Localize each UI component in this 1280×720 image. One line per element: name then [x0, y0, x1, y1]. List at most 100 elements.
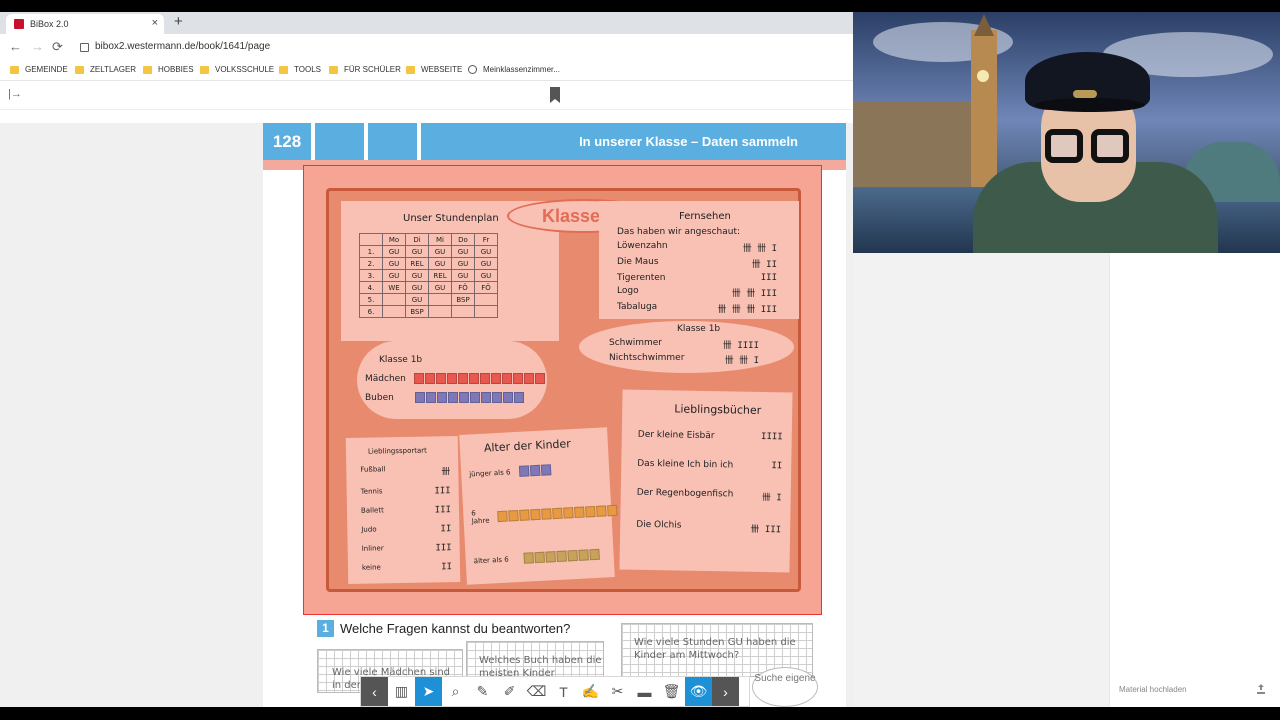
browser-window: BiBox 2.0 × + ← → ⟳ bibox2.westermann.de… — [0, 12, 853, 707]
timetable-row: 4. WE GU GU FÖ FÖ — [359, 281, 498, 294]
bar-block — [518, 465, 530, 477]
bookmark-item[interactable]: VOLKSSCHULE — [200, 65, 274, 74]
marker-tool-button[interactable]: ✐ — [496, 677, 523, 706]
buecher-title: Lieblingsbücher — [674, 402, 762, 417]
url-field[interactable]: bibox2.westermann.de/book/1641/page — [95, 41, 270, 52]
eraser-tool-button[interactable]: ⌫ — [523, 677, 550, 706]
tally-label: Löwenzahn — [617, 241, 668, 251]
bar-block — [567, 549, 578, 562]
timetable-cell: GU — [428, 281, 452, 294]
timetable-cell: GU — [451, 257, 475, 270]
tally-row: Die Maus 卌 II — [617, 257, 777, 270]
tally-marks: 卌 卌 I — [742, 244, 777, 254]
schwimmer-list: Schwimmer 卌 IIII Nichtschwimmer 卌 卌 I — [609, 338, 759, 368]
bar-block — [562, 506, 574, 519]
material-panel: Material hochladen — [853, 253, 1280, 707]
bar-row: älter als 6 — [473, 548, 608, 566]
pinboard-illustration[interactable]: Unser Stundenplan Mo Di Mi Do Fr 1. GU GU GU GU GU… — [303, 165, 822, 615]
bookmark-item[interactable]: Meinklassenzimmer... — [468, 65, 560, 74]
bookmark-item[interactable]: TOOLS — [279, 65, 321, 74]
next-page-button[interactable]: › — [712, 677, 739, 706]
folder-icon — [143, 65, 152, 74]
timetable-row: 2. GU REL GU GU GU — [359, 257, 498, 270]
bookmarks-bar: GEMEINDE ZELTLAGER HOBBIES VOLKSSCHULE TOOLS… — [0, 60, 853, 81]
bar-block — [578, 549, 589, 561]
screen-tool-button[interactable]: ▬ — [631, 677, 658, 706]
new-tab-button[interactable]: + — [174, 13, 183, 30]
tally-label: Tabaluga — [617, 302, 658, 312]
bar-block — [589, 548, 600, 561]
alter-title: Alter der Kinder — [483, 437, 572, 455]
browser-tab[interactable]: BiBox 2.0 × — [6, 14, 164, 34]
folder-icon — [75, 65, 84, 74]
bar-blocks — [496, 504, 618, 522]
tally-label: Fußball — [360, 465, 386, 474]
tab-close-icon[interactable]: × — [152, 17, 158, 29]
bar-block — [606, 504, 618, 516]
timetable-cell: REL — [428, 269, 452, 282]
tally-label: Tigerenten — [617, 273, 666, 283]
bar-block — [514, 392, 524, 403]
suche-eigene-button[interactable]: Suche eigene — [752, 667, 818, 707]
bar-block — [523, 552, 534, 564]
tally-marks: III — [434, 486, 451, 497]
task-number: 1 — [317, 620, 334, 637]
geschlecht-title: Klasse 1b — [379, 355, 423, 365]
timetable-cell: 2. — [359, 257, 383, 270]
prev-page-button[interactable]: ‹ — [361, 677, 388, 706]
bar-block — [529, 508, 541, 520]
back-icon[interactable]: ← — [9, 39, 22, 54]
tally-label: Logo — [617, 286, 639, 296]
folder-icon — [279, 65, 288, 74]
bookmark-item[interactable]: WEBSEITE — [406, 65, 462, 74]
bar-label: Buben — [365, 392, 394, 403]
timetable-cell: FÖ — [451, 281, 475, 294]
timetable-cell: 6. — [359, 305, 383, 318]
material-upload-label[interactable]: Material hochladen — [1119, 685, 1187, 694]
cut-tool-button[interactable]: ✂ — [604, 677, 631, 706]
timetable-cell: GU — [428, 257, 452, 270]
bar-block — [540, 464, 552, 476]
double-page-view-button[interactable]: ▥ — [388, 677, 415, 706]
bar-block — [437, 392, 447, 403]
bar-blocks — [415, 392, 524, 403]
upload-icon[interactable] — [1257, 684, 1265, 694]
delete-button[interactable]: 🗑 — [658, 677, 685, 706]
bookmark-item[interactable]: GEMEINDE — [10, 65, 68, 74]
bar-blocks — [413, 373, 545, 384]
note-tool-button[interactable]: ✍ — [577, 677, 604, 706]
forward-icon[interactable]: → — [31, 39, 44, 54]
tally-row: Ballett III — [361, 505, 451, 517]
bar-block — [556, 550, 567, 563]
tally-label: keine — [361, 563, 381, 572]
bar-block — [470, 392, 480, 403]
pen-tool-button[interactable]: ✎ — [469, 677, 496, 706]
pointer-tool-button[interactable]: ➤ — [415, 677, 442, 706]
tally-marks: 卌 II — [751, 260, 777, 270]
bar-block — [595, 504, 607, 517]
top-black-bar — [0, 0, 1280, 12]
visibility-button[interactable]: 👁 — [685, 677, 712, 706]
bar-label: älter als 6 — [473, 555, 509, 565]
globe-icon — [468, 65, 477, 74]
text-tool-button[interactable]: T — [550, 677, 577, 706]
header-divider — [364, 123, 368, 160]
clock-tower — [971, 30, 997, 190]
bookmark-label: FÜR SCHÜLER — [344, 65, 401, 74]
bookmark-label: ZELTLAGER — [90, 65, 137, 74]
bottom-black-bar — [0, 707, 1280, 720]
tally-label: Die Maus — [617, 257, 659, 267]
page-bookmark-icon[interactable] — [550, 87, 560, 103]
sidebar-toggle-icon[interactable]: |→ — [8, 88, 22, 100]
bookmark-item[interactable]: FÜR SCHÜLER — [329, 65, 401, 74]
reload-icon[interactable]: ⟳ — [52, 39, 63, 55]
timetable-cell: GU — [451, 245, 475, 258]
bookmark-item[interactable]: HOBBIES — [143, 65, 194, 74]
timetable-row: 1. GU GU GU GU GU — [359, 245, 498, 258]
bookmark-label: VOLKSSCHULE — [215, 65, 275, 74]
tally-label: Das kleine Ich bin ich — [637, 458, 734, 471]
zoom-tool-button[interactable]: ⌕ — [442, 677, 469, 706]
buecher-list: Der kleine Eisbär IIII Das kleine Ich bin … — [636, 430, 783, 555]
tally-row: Das kleine Ich bin ich II — [637, 459, 782, 472]
bookmark-item[interactable]: ZELTLAGER — [75, 65, 136, 74]
